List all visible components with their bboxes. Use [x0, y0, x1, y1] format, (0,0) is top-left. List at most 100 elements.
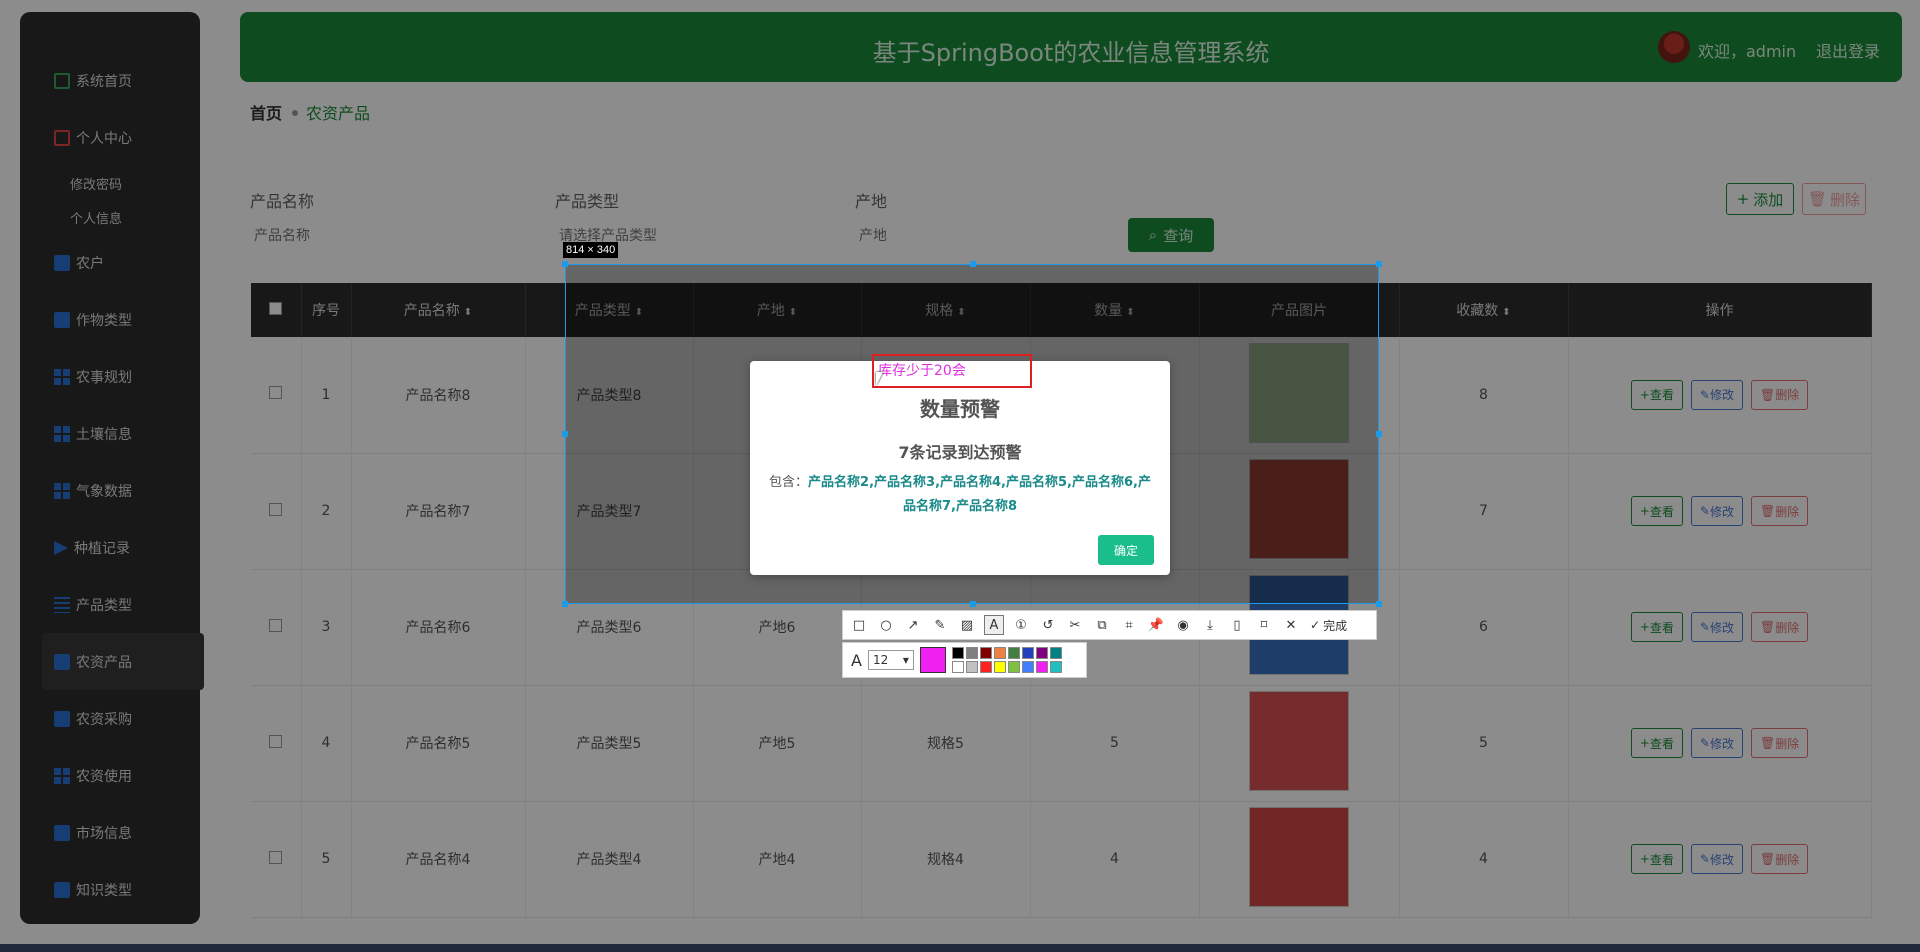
sidebar-item[interactable]: 市场信息	[20, 804, 200, 861]
ellipse-tool-icon[interactable]: ○	[876, 615, 896, 635]
close-icon[interactable]: ✕	[1281, 615, 1301, 635]
view-button[interactable]: + 查看	[1630, 612, 1683, 642]
delete-button[interactable]: 🗑 删除	[1802, 183, 1866, 215]
edit-button[interactable]: ✎ 修改	[1690, 496, 1743, 526]
sidebar-item[interactable]: 土壤信息	[20, 405, 200, 462]
edit-button[interactable]: ✎ 修改	[1690, 844, 1743, 874]
color-swatch[interactable]	[993, 647, 1006, 659]
record-icon[interactable]: ◉	[1173, 615, 1193, 635]
edit-button[interactable]: ✎ 修改	[1690, 612, 1743, 642]
delete-row-button[interactable]: 🗑 删除	[1750, 379, 1809, 410]
row-checkbox[interactable]	[269, 386, 283, 400]
color-swatch[interactable]	[1021, 647, 1034, 659]
delete-row-button[interactable]: 🗑 删除	[1750, 496, 1809, 526]
sidebar-item[interactable]: 个人信息	[20, 200, 200, 234]
view-button[interactable]: + 查看	[1630, 496, 1683, 526]
column-header[interactable]: 收藏数 ⬍	[1399, 283, 1569, 337]
mosaic-tool-icon[interactable]: ▨	[957, 615, 977, 635]
edit-button[interactable]: ✎ 修改	[1690, 728, 1743, 758]
breadcrumb-home[interactable]: 首页	[250, 104, 282, 123]
pen-tool-icon[interactable]: ✎	[930, 615, 950, 635]
pin-icon[interactable]: 📌	[1146, 615, 1166, 635]
ocr-icon[interactable]: ⌗	[1119, 615, 1139, 635]
sidebar-item[interactable]: 农资采购	[20, 690, 200, 747]
done-button[interactable]: ✓ 完成	[1310, 617, 1347, 634]
delete-row-button[interactable]: 🗑 删除	[1750, 612, 1809, 642]
row-checkbox[interactable]	[269, 850, 283, 864]
resize-handle[interactable]	[970, 261, 976, 267]
view-button[interactable]: + 查看	[1630, 379, 1683, 410]
add-button[interactable]: + 添加	[1726, 183, 1794, 215]
color-swatch[interactable]	[1035, 647, 1048, 659]
sort-icon[interactable]: ⬍	[464, 307, 472, 318]
sidebar-item[interactable]: 气象数据	[20, 462, 200, 519]
annotation-text[interactable]: 库存少于20会	[878, 360, 966, 380]
sidebar-item[interactable]: 农资使用	[20, 747, 200, 804]
row-checkbox[interactable]	[269, 502, 283, 516]
scissor-icon[interactable]: ✂	[1065, 615, 1085, 635]
sidebar-item[interactable]: 农户	[20, 234, 200, 291]
sidebar-item[interactable]: 种植记录	[20, 519, 200, 576]
color-swatches	[951, 647, 1062, 673]
resize-handle[interactable]	[562, 601, 568, 607]
bookmark-icon[interactable]: ⌑	[1254, 615, 1274, 635]
row-checkbox[interactable]	[269, 618, 283, 632]
color-swatch[interactable]	[1035, 661, 1048, 673]
capture-selection[interactable]	[562, 261, 1382, 607]
text-style-palette: A 12 ▾	[842, 642, 1087, 678]
sort-icon[interactable]: ⬍	[1502, 307, 1510, 318]
download-icon[interactable]: ⤓	[1200, 615, 1220, 635]
font-size-select[interactable]: 12 ▾	[867, 650, 914, 670]
edit-button[interactable]: ✎ 修改	[1690, 379, 1743, 410]
sidebar-item[interactable]: 产品类型	[20, 576, 200, 633]
translate-icon[interactable]: ⧉	[1092, 615, 1112, 635]
resize-handle[interactable]	[1376, 431, 1382, 437]
sidebar-item[interactable]: 农事规划	[20, 348, 200, 405]
color-swatch[interactable]	[951, 647, 964, 659]
number-tool-icon[interactable]: ①	[1011, 615, 1031, 635]
resize-handle[interactable]	[1376, 261, 1382, 267]
view-button[interactable]: + 查看	[1630, 844, 1683, 874]
select-all-checkbox[interactable]	[269, 301, 283, 315]
sidebar-item[interactable]: 修改密码	[20, 166, 200, 200]
color-swatch[interactable]	[965, 661, 978, 673]
sidebar-item[interactable]: 作物类型	[20, 291, 200, 348]
color-swatch[interactable]	[951, 661, 964, 673]
avatar[interactable]	[1658, 31, 1690, 63]
color-swatch[interactable]	[965, 647, 978, 659]
sidebar-item-label: 修改密码	[70, 177, 123, 193]
rectangle-tool-icon[interactable]: □	[849, 615, 869, 635]
color-swatch[interactable]	[1007, 661, 1020, 673]
delete-row-button[interactable]: 🗑 删除	[1750, 844, 1809, 874]
color-swatch[interactable]	[1049, 647, 1062, 659]
color-swatch[interactable]	[1049, 661, 1062, 673]
arrow-tool-icon[interactable]: ↗	[903, 615, 923, 635]
query-button[interactable]: ⌕ 查询	[1128, 218, 1214, 252]
color-swatch[interactable]	[979, 661, 992, 673]
text-tool-icon[interactable]: A	[984, 615, 1004, 635]
color-swatch[interactable]	[993, 661, 1006, 673]
resize-handle[interactable]	[562, 261, 568, 267]
sidebar-item[interactable]: 农资产品	[42, 633, 204, 690]
color-swatch[interactable]	[1007, 647, 1020, 659]
sidebar-item[interactable]: 系统首页	[20, 52, 200, 109]
phone-icon[interactable]: ▯	[1227, 615, 1247, 635]
resize-handle[interactable]	[562, 431, 568, 437]
product-name-input[interactable]	[250, 218, 520, 252]
color-swatch[interactable]	[979, 647, 992, 659]
color-swatch[interactable]	[1021, 661, 1034, 673]
resize-handle[interactable]	[970, 601, 976, 607]
undo-icon[interactable]: ↺	[1038, 615, 1058, 635]
current-color[interactable]	[919, 647, 946, 673]
done-button-label: 完成	[1323, 618, 1348, 633]
delete-row-button[interactable]: 🗑 删除	[1750, 728, 1809, 758]
resize-handle[interactable]	[1376, 601, 1382, 607]
row-checkbox[interactable]	[269, 734, 283, 748]
origin-input[interactable]	[855, 218, 1105, 252]
view-button[interactable]: + 查看	[1630, 728, 1683, 758]
cell-name: 产品名称6	[351, 569, 526, 686]
logout-link[interactable]: 退出登录	[1816, 38, 1880, 62]
sidebar-item[interactable]: 知识类型	[20, 861, 200, 918]
sidebar-item[interactable]: 个人中心	[20, 109, 200, 166]
column-header[interactable]: 产品名称 ⬍	[351, 283, 526, 337]
